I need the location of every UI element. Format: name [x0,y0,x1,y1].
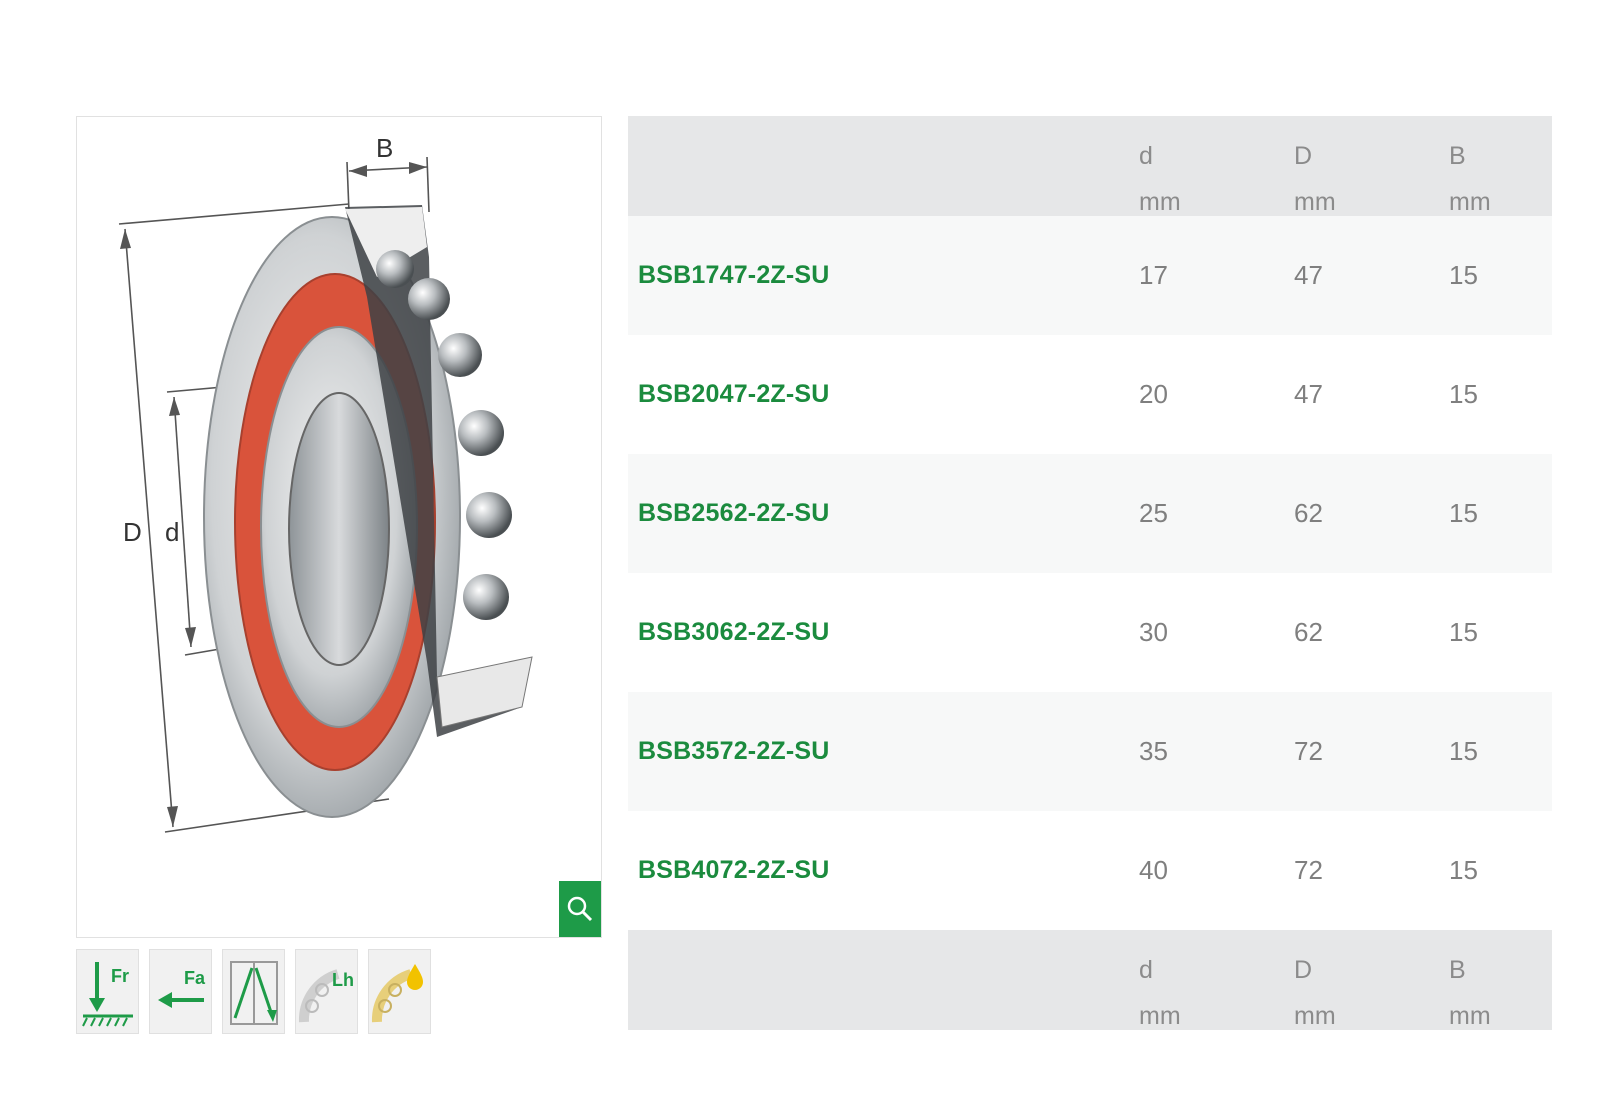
table-row: BSB1747-2Z-SU 17 47 15 [628,216,1552,335]
footer-d: d mm [1139,956,1181,1030]
footer-D: D mm [1294,956,1336,1030]
table-row: BSB3062-2Z-SU 30 62 15 [628,573,1552,692]
cell-d: 25 [1139,498,1168,528]
thumb-axial-load[interactable]: Fa [149,949,212,1034]
cell-d: 35 [1139,736,1168,766]
thumb-rating-life[interactable]: Lh [295,949,358,1034]
product-link[interactable]: BSB2562-2Z-SU [628,499,1139,528]
cell-d: 17 [1139,260,1168,290]
dimension-label-d: d [165,517,179,547]
radial-load-icon: Fr [81,961,133,1026]
cell-D: 72 [1294,855,1323,885]
header-d: d mm [1139,142,1181,216]
dimension-label-D: D [123,517,142,547]
product-link[interactable]: BSB2047-2Z-SU [628,380,1139,409]
cell-d: 30 [1139,617,1168,647]
bearing-drawing: B D d [118,133,533,833]
cell-D: 62 [1294,498,1323,528]
magnifier-icon [567,896,593,922]
dimension-label-B: B [376,133,393,163]
axial-load-icon: Fa [157,968,206,1008]
cell-D: 47 [1294,379,1323,409]
rating-life-icon: Lh [298,968,354,1022]
header-D: D mm [1294,142,1336,216]
cell-B: 15 [1449,498,1478,528]
thumb-lubrication[interactable] [368,949,431,1034]
cell-D: 72 [1294,736,1323,766]
cutaway-bottom [436,656,533,728]
cell-B: 15 [1449,855,1478,885]
bore [288,392,390,666]
product-image-panel: B D d [76,116,602,938]
svg-text:Fa: Fa [184,968,206,988]
table-row: BSB3572-2Z-SU 35 72 15 [628,692,1552,811]
product-link[interactable]: BSB3572-2Z-SU [628,737,1139,766]
lubrication-icon [371,963,423,1022]
table-row: BSB2047-2Z-SU 20 47 15 [628,335,1552,454]
cell-d: 40 [1139,855,1168,885]
cell-B: 15 [1449,379,1478,409]
cell-B: 15 [1449,260,1478,290]
angular-contact-icon [229,960,278,1025]
feature-thumbnails: Fr Fa Lh [76,949,431,1034]
thumb-angular-contact[interactable] [222,949,285,1034]
table-header: d mm D mm B mm [628,116,1552,216]
svg-text:Lh: Lh [332,970,354,990]
cell-B: 15 [1449,736,1478,766]
table-row: BSB2562-2Z-SU 25 62 15 [628,454,1552,573]
dimension-table: d mm D mm B mm BSB1747-2Z-SU 17 47 15 BS… [628,116,1552,1030]
footer-B: B mm [1449,956,1491,1030]
cell-D: 62 [1294,617,1323,647]
zoom-button[interactable] [559,881,601,937]
table-footer: d mm D mm B mm [628,930,1552,1030]
cell-B: 15 [1449,617,1478,647]
thumb-radial-load[interactable]: Fr [76,949,139,1034]
cell-D: 47 [1294,260,1323,290]
table-row: BSB4072-2Z-SU 40 72 15 [628,811,1552,930]
header-B: B mm [1449,142,1491,216]
product-link[interactable]: BSB4072-2Z-SU [628,856,1139,885]
product-link[interactable]: BSB3062-2Z-SU [628,618,1139,647]
svg-text:Fr: Fr [111,966,129,986]
product-link[interactable]: BSB1747-2Z-SU [628,261,1139,290]
cell-d: 20 [1139,379,1168,409]
